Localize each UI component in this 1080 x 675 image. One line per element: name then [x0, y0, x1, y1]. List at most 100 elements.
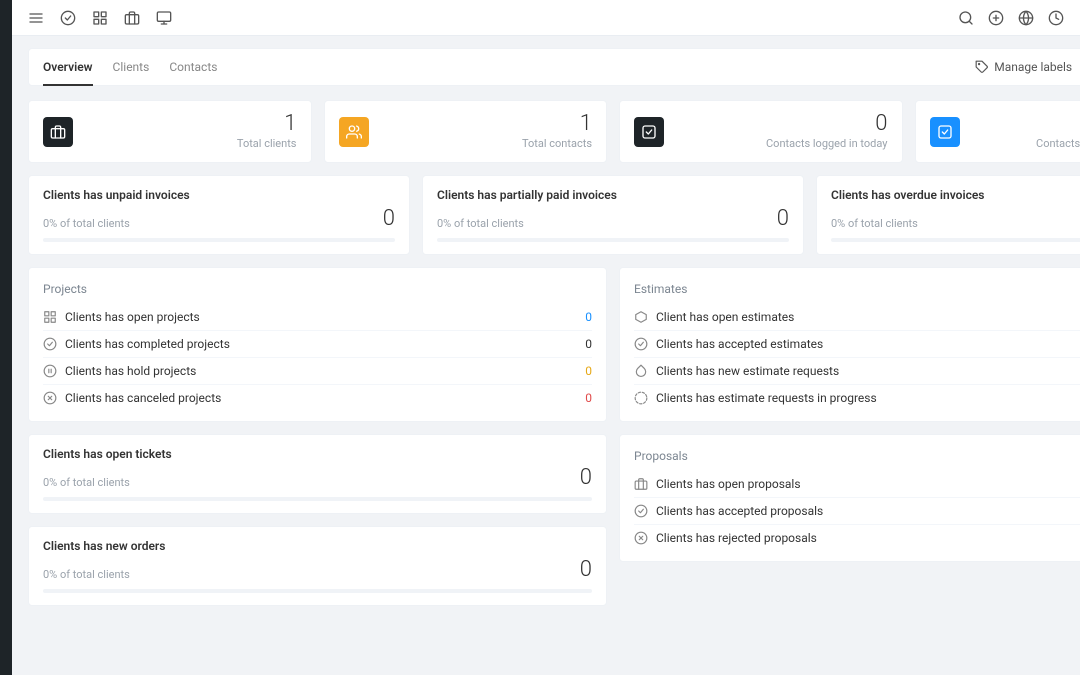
- menu-icon[interactable]: [28, 10, 44, 26]
- list-item[interactable]: Clients has accepted proposals: [634, 497, 1080, 524]
- tab-overview[interactable]: Overview: [43, 50, 93, 86]
- tab-clients[interactable]: Clients: [113, 50, 150, 86]
- loader-icon: [634, 391, 648, 405]
- list-count: 0: [585, 337, 592, 351]
- list-item[interactable]: Clients has canceled projects 0: [43, 384, 592, 411]
- invoice-card: Clients has unpaid invoices 0% of total …: [28, 175, 410, 255]
- list-item[interactable]: Clients has new estimate requests: [634, 357, 1080, 384]
- list-item[interactable]: Clients has rejected proposals: [634, 524, 1080, 551]
- tickets-progress: [43, 497, 592, 501]
- open-tickets-card: Clients has open tickets 0% of total cli…: [28, 434, 607, 514]
- invoice-card: Clients has partially paid invoices 0% o…: [422, 175, 804, 255]
- invoice-value: 0: [383, 208, 395, 230]
- list-item[interactable]: Client has open estimates: [634, 304, 1080, 330]
- invoice-progress: [437, 238, 789, 242]
- invoice-progress: [831, 238, 1080, 242]
- projects-panel: Projects Clients has open projects 0 Clie…: [28, 267, 607, 422]
- list-label: Clients has accepted proposals: [656, 504, 823, 518]
- invoice-value: 0: [777, 208, 789, 230]
- orders-progress: [43, 589, 592, 593]
- stat-card[interactable]: 1 Total clients: [28, 100, 312, 163]
- tasks-icon[interactable]: [60, 10, 76, 26]
- briefcase-icon: [43, 117, 73, 147]
- proposals-panel: Proposals Clients has open proposals Cli…: [619, 434, 1080, 562]
- topbar: [12, 0, 1080, 36]
- list-item[interactable]: Clients has accepted estimates: [634, 330, 1080, 357]
- stat-value: 0: [766, 113, 887, 135]
- list-label: Clients has hold projects: [65, 364, 196, 378]
- invoice-progress: [43, 238, 395, 242]
- estimates-panel: Estimates Client has open estimates Clie…: [619, 267, 1080, 422]
- stat-label: Total contacts: [522, 137, 592, 150]
- invoice-sub: 0% of total clients: [43, 217, 130, 230]
- orders-sub: 0% of total clients: [43, 568, 130, 581]
- stat-label: Contacts logged in today: [766, 137, 887, 150]
- monitor-icon[interactable]: [156, 10, 172, 26]
- list-item[interactable]: Clients has estimate requests in progres…: [634, 384, 1080, 411]
- search-icon[interactable]: [958, 10, 974, 26]
- stat-value: 0: [1036, 113, 1080, 135]
- language-icon[interactable]: [1018, 10, 1034, 26]
- proposals-title: Proposals: [634, 449, 1080, 463]
- recent-icon[interactable]: [1048, 10, 1064, 26]
- list-label: Clients has rejected proposals: [656, 531, 817, 545]
- tab-contacts[interactable]: Contacts: [169, 50, 217, 86]
- list-item[interactable]: Clients has open projects 0: [43, 304, 592, 330]
- pause-circle-icon: [43, 364, 57, 378]
- stat-value: 1: [237, 113, 297, 135]
- apps-icon[interactable]: [92, 10, 108, 26]
- tickets-value: 0: [580, 467, 592, 489]
- tabs-bar: OverviewClientsContacts Manage labels Im…: [28, 48, 1080, 86]
- grid-icon: [43, 310, 57, 324]
- list-label: Clients has open projects: [65, 310, 200, 324]
- list-label: Client has open estimates: [656, 310, 794, 324]
- check-circle-icon: [634, 337, 648, 351]
- check-square-icon: [634, 117, 664, 147]
- invoice-card: Clients has overdue invoices 0% of total…: [816, 175, 1080, 255]
- list-count: 0: [585, 310, 592, 324]
- list-label: Clients has new estimate requests: [656, 364, 839, 378]
- list-label: Clients has accepted estimates: [656, 337, 823, 351]
- list-count: 0: [585, 391, 592, 405]
- check-circle-icon: [43, 337, 57, 351]
- invoice-title: Clients has overdue invoices: [831, 188, 1080, 202]
- list-item[interactable]: Clients has open proposals: [634, 471, 1080, 497]
- users-icon: [339, 117, 369, 147]
- check-square-icon: [930, 117, 960, 147]
- x-circle-icon: [43, 391, 57, 405]
- stat-label: Total clients: [237, 137, 297, 150]
- invoice-sub: 0% of total clients: [437, 217, 524, 230]
- list-label: Clients has open proposals: [656, 477, 801, 491]
- estimates-title: Estimates: [634, 282, 1080, 296]
- stat-card[interactable]: 0 Contacts logged in last 7 days: [915, 100, 1080, 163]
- list-count: 0: [585, 364, 592, 378]
- projects-title: Projects: [43, 282, 592, 296]
- manage-labels-label: Manage labels: [994, 60, 1072, 74]
- collapsed-sidebar[interactable]: [0, 0, 12, 675]
- orders-value: 0: [580, 559, 592, 581]
- briefcase-icon[interactable]: [124, 10, 140, 26]
- stat-card[interactable]: 0 Contacts logged in today: [619, 100, 903, 163]
- invoice-title: Clients has unpaid invoices: [43, 188, 395, 202]
- stat-label: Contacts logged in last 7 days: [1036, 137, 1080, 150]
- list-label: Clients has completed projects: [65, 337, 230, 351]
- add-icon[interactable]: [988, 10, 1004, 26]
- invoice-title: Clients has partially paid invoices: [437, 188, 789, 202]
- stat-value: 1: [522, 113, 592, 135]
- list-label: Clients has estimate requests in progres…: [656, 391, 877, 405]
- list-item[interactable]: Clients has hold projects 0: [43, 357, 592, 384]
- manage-labels-button[interactable]: Manage labels: [975, 60, 1072, 74]
- droplet-icon: [634, 364, 648, 378]
- check-circle-icon: [634, 504, 648, 518]
- new-orders-card: Clients has new orders 0% of total clien…: [28, 526, 607, 606]
- tickets-title: Clients has open tickets: [43, 447, 592, 461]
- briefcase-icon: [634, 477, 648, 491]
- orders-title: Clients has new orders: [43, 539, 592, 553]
- x-circle-icon: [634, 531, 648, 545]
- list-item[interactable]: Clients has completed projects 0: [43, 330, 592, 357]
- invoice-sub: 0% of total clients: [831, 217, 918, 230]
- list-label: Clients has canceled projects: [65, 391, 221, 405]
- tickets-sub: 0% of total clients: [43, 476, 130, 489]
- stat-card[interactable]: 1 Total contacts: [324, 100, 608, 163]
- hexagon-icon: [634, 310, 648, 324]
